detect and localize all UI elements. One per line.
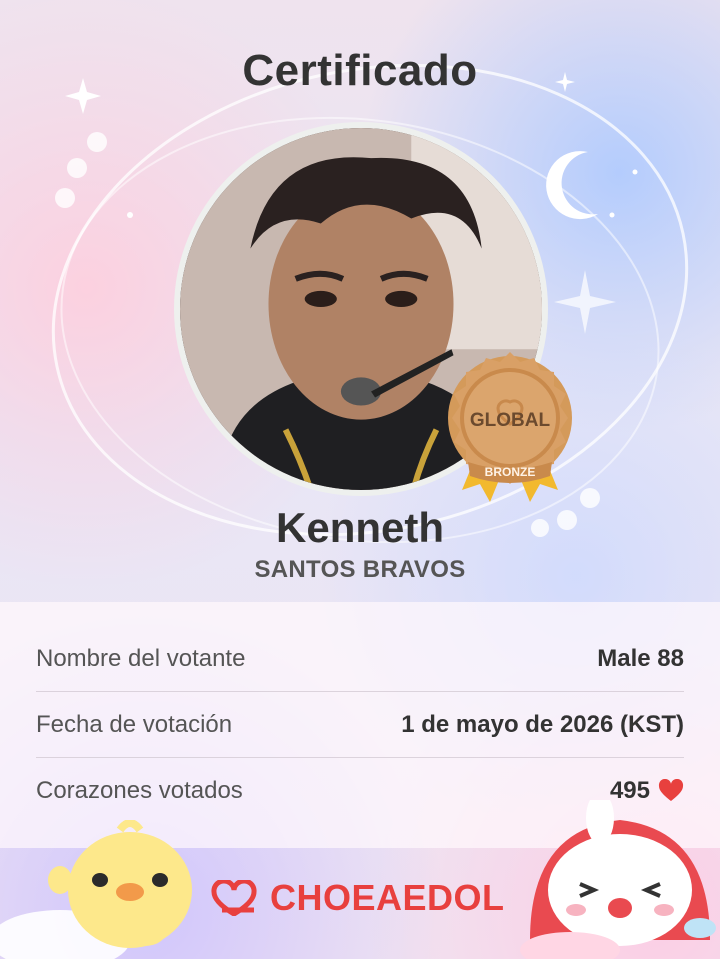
group-name: SANTOS BRAVOS [254,556,466,583]
badge-top-text: GLOBAL [470,410,551,431]
info-label: Fecha de votación [36,710,233,738]
badge-bottom-text: BRONZE [485,465,536,479]
info-row-voter: Nombre del votante Male 88 [36,626,684,692]
info-value: Male 88 [597,644,684,672]
artist-name: Kenneth [276,504,444,551]
info-value: 1 de mayo de 2026 (KST) [401,710,684,738]
global-bronze-badge: GLOBAL BRONZE [448,352,572,502]
certificate-card: Certificado GLOBAL BRONZE Kenneth SANTOS… [0,0,720,959]
choeaedol-logo-icon [211,880,257,916]
brand-name: CHOEAEDOL [270,877,505,918]
choeaedol-logo: CHOEAEDOL [210,876,505,920]
chick-mascot-icon [0,820,192,959]
certificate-title: Certificado [242,46,478,95]
info-label: Nombre del votante [36,644,246,672]
info-label: Corazones votados [36,777,243,804]
footer: CHOEAEDOL [0,800,720,959]
moon-icon [546,151,598,220]
bunny-mascot-icon [520,800,716,959]
info-row-date: Fecha de votación 1 de mayo de 2026 (KST… [36,692,684,758]
